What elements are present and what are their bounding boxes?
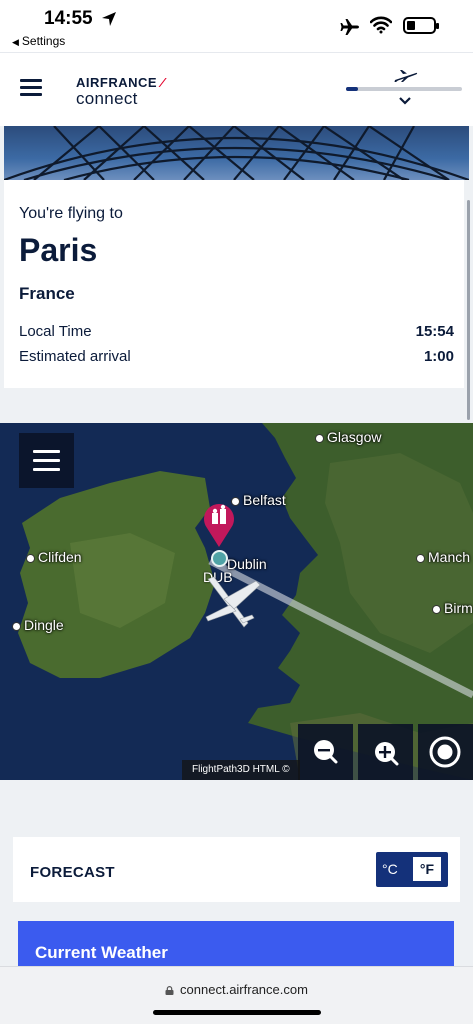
chevron-down-icon: [399, 97, 411, 105]
url-text: connect.airfrance.com: [180, 982, 308, 997]
destination-intro: You're flying to: [19, 205, 123, 222]
destination-country: France: [19, 284, 75, 303]
home-indicator[interactable]: [153, 1010, 321, 1015]
city-dot: [315, 434, 324, 443]
flight-map[interactable]: Glasgow Belfast Clifden Dublin Dingle Ma…: [0, 423, 473, 780]
destination-card: You're flying to Paris France Local Time…: [4, 180, 464, 388]
local-time-row: Local Time 15:54: [19, 323, 454, 340]
menu-button[interactable]: [20, 79, 42, 97]
aircraft-icon: [205, 576, 261, 628]
menu-line: [33, 450, 60, 453]
zoom-out-icon: [314, 740, 338, 764]
local-time-label: Local Time: [19, 323, 92, 340]
city-dot: [26, 554, 35, 563]
address-bar[interactable]: connect.airfrance.com: [0, 982, 473, 997]
menu-line: [33, 468, 60, 471]
city-label-manchester: Manch: [416, 549, 470, 565]
destination-pin-icon[interactable]: [202, 500, 236, 548]
zoom-in-icon: [375, 742, 399, 766]
airfrance-stripe-icon: ⁄: [161, 75, 164, 90]
map-menu-button[interactable]: [19, 433, 74, 488]
current-weather-title: Current Weather: [35, 943, 168, 962]
page-scrollbar[interactable]: [467, 200, 470, 420]
status-bar: 14:55 ◀ Settings: [0, 0, 473, 52]
battery-icon: [403, 17, 439, 34]
wifi-icon: [370, 16, 392, 34]
status-time: 14:55: [44, 8, 93, 29]
origin-airport-marker[interactable]: [211, 550, 228, 567]
city-label-birmingham: Birm: [432, 600, 473, 616]
flight-progress-bar: [346, 87, 462, 91]
battery-nub: [436, 23, 439, 29]
back-to-app-link[interactable]: ◀ Settings: [12, 34, 65, 48]
menu-line: [20, 79, 42, 82]
forecast-title: FORECAST: [30, 864, 115, 881]
zoom-out-button[interactable]: [298, 724, 353, 780]
zoom-in-button[interactable]: [358, 724, 413, 780]
airfrance-connect-logo[interactable]: AIRFRANCE ⁄ connect: [76, 75, 164, 109]
estimated-arrival-label: Estimated arrival: [19, 348, 131, 365]
airplane-icon: [394, 70, 418, 82]
city-label-dingle: Dingle: [12, 617, 64, 633]
brand-name: AIRFRANCE: [76, 75, 158, 90]
back-triangle-icon: ◀: [12, 37, 19, 47]
destination-hero-image: [4, 126, 469, 180]
airplane-mode-icon: [340, 19, 359, 35]
map-credit[interactable]: FlightPath3D HTML ©: [182, 760, 300, 780]
forecast-section: FORECAST °C °F: [13, 837, 460, 902]
browser-bottom-bar: connect.airfrance.com: [0, 966, 473, 1024]
menu-line: [20, 93, 42, 96]
location-arrow-icon: [102, 12, 116, 26]
back-app-label: Settings: [21, 34, 66, 48]
menu-line: [20, 86, 42, 89]
temperature-unit-toggle[interactable]: °C °F: [376, 852, 448, 887]
battery-level: [407, 21, 415, 30]
menu-line: [33, 459, 60, 462]
city-label-clifden: Clifden: [26, 549, 82, 565]
estimated-arrival-value: 1:00: [423, 348, 454, 365]
brand-suffix: connect: [76, 89, 138, 108]
unit-fahrenheit-option[interactable]: °F: [413, 857, 441, 881]
local-time-value: 15:54: [415, 323, 454, 340]
flight-progress-toggle[interactable]: [344, 67, 462, 117]
city-dot: [432, 605, 441, 614]
lock-icon: [165, 986, 174, 995]
target-icon: [429, 736, 461, 768]
unit-celsius-option[interactable]: °C: [382, 861, 398, 877]
city-dot: [12, 622, 21, 631]
city-label-belfast: Belfast: [231, 492, 286, 508]
flight-progress-fill: [346, 87, 358, 91]
estimated-arrival-row: Estimated arrival 1:00: [19, 348, 454, 365]
glass-dome-image: [4, 126, 469, 180]
recenter-button[interactable]: [418, 724, 473, 780]
destination-city: Paris: [19, 232, 98, 268]
city-label-glasgow: Glasgow: [315, 429, 381, 445]
city-dot: [416, 554, 425, 563]
app-header: AIRFRANCE ⁄ connect: [0, 52, 473, 126]
